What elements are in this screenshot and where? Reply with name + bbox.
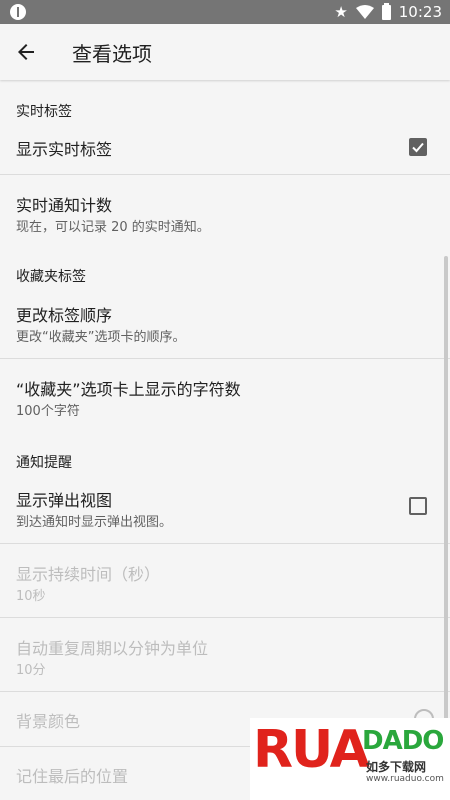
pref-tab-chars[interactable]: “收藏夹”选项卡上显示的字符数 100个字符 bbox=[0, 359, 450, 432]
pref-title: “收藏夹”选项卡上显示的字符数 bbox=[16, 380, 241, 399]
star-icon: ★ bbox=[334, 2, 348, 21]
settings-list: 实时标签 显示实时标签 实时通知计数 现在，可以记录 20 的实时通知。 收藏夹… bbox=[0, 80, 450, 800]
pref-summary: 10分 bbox=[16, 663, 46, 678]
watermark-big: RUA bbox=[253, 720, 370, 780]
pref-title: 实时通知计数 bbox=[16, 196, 113, 215]
pref-title: 自动重复周期以分钟为单位 bbox=[16, 639, 209, 658]
category-notify: 通知提醒 bbox=[16, 455, 72, 471]
pref-summary: 到达通知时显示弹出视图。 bbox=[16, 515, 173, 530]
pref-repeat-period: 自动重复周期以分钟为单位 10分 bbox=[0, 618, 450, 691]
status-time: 10:23 bbox=[398, 3, 442, 21]
pref-summary: 100个字符 bbox=[16, 404, 80, 419]
checkbox-popup-view[interactable] bbox=[409, 497, 427, 515]
pref-title: 记住最后的位置 bbox=[16, 767, 129, 786]
watermark-cn: 如多下载网 bbox=[366, 760, 427, 774]
watermark-brand: DADO bbox=[362, 726, 444, 756]
battery-icon bbox=[381, 2, 391, 20]
pref-display-duration: 显示持续时间（秒） 10秒 bbox=[0, 544, 450, 617]
pref-title: 显示弹出视图 bbox=[16, 491, 113, 510]
pref-title: 更改标签顺序 bbox=[16, 306, 113, 325]
checkbox-show-realtime[interactable] bbox=[409, 138, 427, 156]
pref-summary: 现在，可以记录 20 的实时通知。 bbox=[16, 220, 210, 235]
pref-title: 显示持续时间（秒） bbox=[16, 565, 161, 584]
category-realtime: 实时标签 bbox=[16, 104, 72, 120]
arrow-left-icon[interactable] bbox=[14, 40, 38, 64]
status-icons: ★ 10:23 bbox=[334, 2, 442, 22]
pref-title: 显示实时标签 bbox=[16, 140, 113, 159]
alert-icon bbox=[10, 4, 26, 20]
category-favorites: 收藏夹标签 bbox=[16, 269, 86, 285]
status-bar: ★ 10:23 bbox=[0, 0, 450, 24]
check-icon bbox=[412, 142, 424, 153]
pref-show-realtime[interactable]: 显示实时标签 bbox=[0, 120, 450, 174]
pref-popup-view[interactable]: 显示弹出视图 到达通知时显示弹出视图。 bbox=[0, 470, 450, 543]
pref-summary: 更改“收藏夹”选项卡的顺序。 bbox=[16, 330, 186, 345]
wifi-icon bbox=[355, 5, 374, 19]
app-bar: 查看选项 bbox=[0, 24, 450, 80]
watermark-url: www.ruaduo.com bbox=[366, 774, 444, 784]
watermark-logo: RUA DADO 如多下载网 www.ruaduo.com bbox=[250, 718, 450, 800]
pref-summary: 10秒 bbox=[16, 589, 46, 604]
page-title: 查看选项 bbox=[72, 42, 152, 66]
pref-realtime-count[interactable]: 实时通知计数 现在，可以记录 20 的实时通知。 bbox=[0, 175, 450, 248]
pref-title: 背景颜色 bbox=[16, 712, 81, 731]
pref-tab-order[interactable]: 更改标签顺序 更改“收藏夹”选项卡的顺序。 bbox=[0, 285, 450, 358]
